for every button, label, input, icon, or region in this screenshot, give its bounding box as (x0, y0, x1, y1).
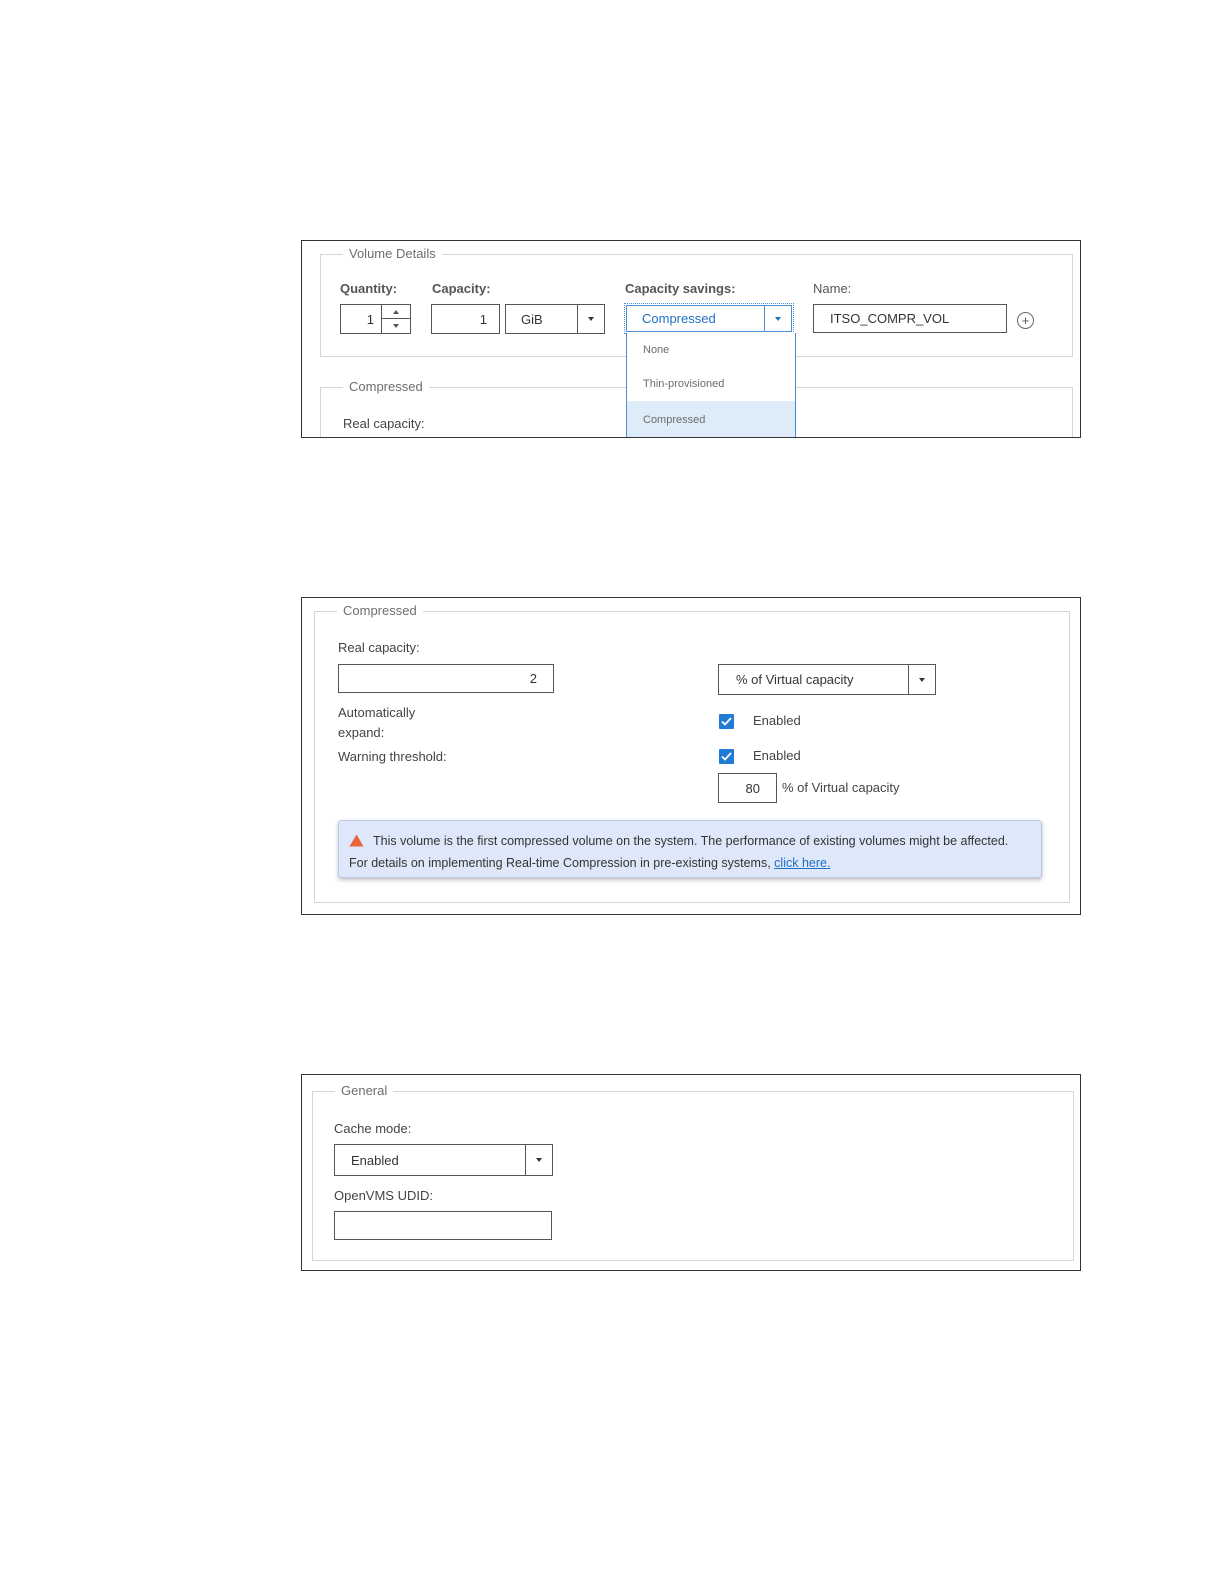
option-none[interactable]: None (627, 333, 795, 367)
warning-icon (349, 833, 364, 853)
warning-threshold-value: 80 (745, 780, 760, 796)
warning-threshold-unit-label: % of Virtual capacity (782, 780, 900, 795)
general-legend: General (335, 1083, 394, 1099)
alert-link[interactable]: click here. (774, 856, 830, 870)
general-panel: General Cache mode: Enabled OpenVMS UDID… (301, 1074, 1081, 1271)
cache-mode-label: Cache mode: (334, 1121, 412, 1136)
option-thin-provisioned[interactable]: Thin-provisioned (627, 367, 795, 401)
warning-threshold-input[interactable]: 80 (718, 773, 777, 803)
capacity-savings-select[interactable]: Compressed (624, 303, 794, 334)
alert-message: This volume is the first compressed volu… (349, 831, 1029, 873)
chevron-down-icon (919, 677, 925, 682)
real-capacity-mode-select[interactable]: % of Virtual capacity (718, 664, 936, 695)
capacity-value: 1 (479, 311, 487, 327)
real-capacity-value: 2 (529, 671, 537, 686)
option-compressed[interactable]: Compressed (627, 401, 795, 437)
auto-expand-checkbox[interactable] (719, 714, 734, 729)
warning-threshold-checkbox[interactable] (719, 749, 734, 764)
compressed-legend: Compressed (337, 603, 423, 619)
capacity-input[interactable]: 1 (431, 304, 500, 334)
real-capacity-mode-value: % of Virtual capacity (736, 672, 854, 687)
warning-threshold-enabled-label: Enabled (753, 748, 801, 763)
real-capacity-input[interactable]: 2 (338, 664, 554, 693)
real-capacity-mode-dropdown-button[interactable] (908, 665, 935, 694)
chevron-down-icon (536, 1158, 542, 1162)
quantity-value: 1 (366, 311, 374, 327)
capacity-savings-options: None Thin-provisioned Compressed (626, 333, 796, 437)
chevron-down-icon (775, 316, 781, 321)
alert-text: This volume is the first compressed volu… (349, 834, 1009, 870)
quantity-label: Quantity: (340, 281, 398, 296)
auto-expand-label-line2: expand: (338, 725, 385, 740)
name-label: Name: (813, 281, 852, 296)
chevron-down-icon (588, 317, 594, 321)
cache-mode-value: Enabled (351, 1152, 399, 1168)
arrow-up-icon (393, 309, 399, 314)
capacity-savings-label: Capacity savings: (625, 281, 736, 296)
name-value: ITSO_COMPR_VOL (830, 311, 950, 326)
quantity-stepper[interactable]: 1 (340, 304, 411, 334)
decrement-button[interactable] (382, 319, 410, 333)
checkmark-icon (721, 717, 732, 726)
capacity-unit-value: GiB (521, 311, 543, 327)
add-volume-icon[interactable]: + (1017, 312, 1034, 329)
compression-warning-alert: This volume is the first compressed volu… (338, 820, 1042, 878)
openvms-udid-label: OpenVMS UDID: (334, 1188, 433, 1203)
checkmark-icon (721, 752, 732, 761)
capacity-savings-dropdown-button[interactable] (764, 306, 791, 331)
volume-details-legend: Volume Details (343, 246, 442, 262)
real-capacity-label: Real capacity: (343, 416, 425, 431)
increment-button[interactable] (382, 305, 410, 319)
name-input[interactable]: ITSO_COMPR_VOL (813, 304, 1007, 333)
cache-mode-dropdown-button[interactable] (525, 1145, 552, 1175)
compressed-panel: Compressed Real capacity: 2 % of Virtual… (301, 597, 1081, 915)
auto-expand-label-line1: Automatically (338, 705, 416, 720)
compressed-legend: Compressed (343, 379, 429, 395)
real-capacity-label: Real capacity: (338, 640, 420, 655)
arrow-down-icon (393, 324, 399, 328)
quantity-spinner[interactable] (381, 305, 410, 333)
capacity-savings-value: Compressed (642, 311, 716, 326)
capacity-label: Capacity: (432, 281, 491, 296)
volume-details-panel: Volume Details Quantity: 1 Capacity: 1 G… (301, 240, 1081, 438)
capacity-unit-dropdown-button[interactable] (577, 305, 604, 333)
warning-threshold-label: Warning threshold: (338, 749, 447, 764)
auto-expand-enabled-label: Enabled (753, 713, 801, 728)
cache-mode-select[interactable]: Enabled (334, 1144, 553, 1176)
capacity-unit-select[interactable]: GiB (505, 304, 605, 334)
openvms-udid-input[interactable] (334, 1211, 552, 1240)
